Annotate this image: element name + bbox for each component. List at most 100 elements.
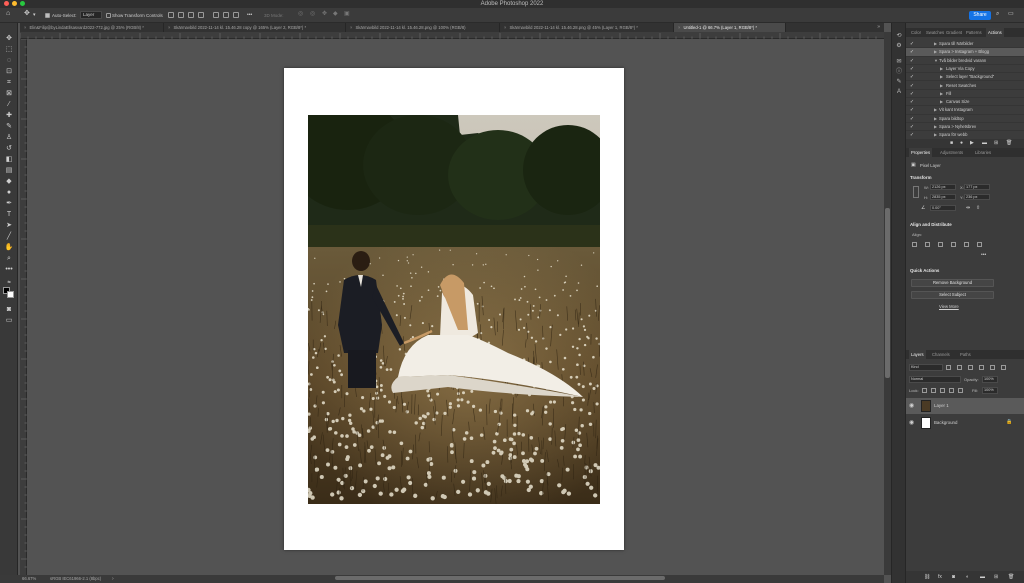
tab-channels[interactable]: Channels <box>930 350 952 359</box>
move-tool-icon[interactable]: ✥ <box>24 10 30 17</box>
opacity-field[interactable]: 100% <box>982 376 998 383</box>
crop-tool-icon[interactable]: ⌗ <box>4 78 14 87</box>
align-middle-icon[interactable] <box>213 12 219 18</box>
auto-select-dropdown[interactable]: Layer <box>80 11 102 19</box>
pen-tool-icon[interactable]: ✒ <box>4 199 14 208</box>
collapsed-chevron-icon[interactable]: ▶ <box>934 123 937 131</box>
filter-pixel-icon[interactable] <box>946 365 951 370</box>
tool-preset-chevron-icon[interactable]: ▾ <box>33 12 36 19</box>
tab-document-1[interactable]: × Elin&Filip@byLindaEllsasvard2022-772.jp… <box>20 23 164 32</box>
action-enabled-checkmark-icon[interactable]: ✓ <box>909 115 915 123</box>
line-tool-icon[interactable]: ╱ <box>4 232 14 241</box>
action-enabled-checkmark-icon[interactable]: ✓ <box>909 90 915 98</box>
filter-shape-icon[interactable] <box>979 365 984 370</box>
width-field[interactable]: 2126 px <box>930 184 956 190</box>
lock-icon[interactable]: 🔒 <box>1006 419 1012 425</box>
action-enabled-checkmark-icon[interactable]: ✓ <box>909 82 915 90</box>
dodge-tool-icon[interactable]: ● <box>4 188 14 197</box>
close-tab-icon[interactable]: × <box>168 23 170 32</box>
action-row[interactable]: ✓ ▼ Två bilder bredvid varann <box>906 57 1024 65</box>
layer-row[interactable]: ◉ Layer 1 <box>906 398 1024 414</box>
filter-smart-object-icon[interactable] <box>990 365 995 370</box>
comments-panel-icon[interactable]: ✉ <box>895 59 903 66</box>
link-layers-icon[interactable]: ⛓ <box>924 574 930 580</box>
background-color-swatch[interactable] <box>7 291 14 298</box>
action-row[interactable]: ✓ ▶ Select layer “Background” <box>906 73 1024 82</box>
character-panel-icon[interactable]: A <box>895 89 903 96</box>
lock-transparent-icon[interactable] <box>922 388 927 393</box>
collapsed-chevron-icon[interactable]: ▶ <box>940 90 943 98</box>
action-row[interactable]: ✓ ▶ Reset Swatches <box>906 82 1024 90</box>
more-tools-icon[interactable]: ••• <box>4 265 14 274</box>
blend-mode-dropdown[interactable]: Normal <box>909 376 961 383</box>
object-select-tool-icon[interactable]: ⊡ <box>4 67 14 76</box>
eraser-tool-icon[interactable]: ◧ <box>4 155 14 164</box>
action-row[interactable]: ✓ ▶ Layer Via Copy <box>906 65 1024 74</box>
visibility-eye-icon[interactable]: ◉ <box>909 402 914 409</box>
delete-layer-icon[interactable]: 🗑 <box>1008 574 1014 580</box>
tab-color[interactable]: Color <box>909 28 923 37</box>
history-panel-icon[interactable]: ⟲ <box>895 33 903 40</box>
workspace-icon[interactable]: ▭ <box>1008 11 1014 18</box>
collapsed-chevron-icon[interactable]: ▶ <box>940 82 943 90</box>
collapsed-chevron-icon[interactable]: ▶ <box>934 115 937 123</box>
tab-libraries[interactable]: Libraries <box>973 148 993 157</box>
y-field[interactable]: 236 px <box>964 194 990 200</box>
collapsed-chevron-icon[interactable]: ▶ <box>940 65 943 73</box>
align-left-icon[interactable] <box>168 12 174 18</box>
fill-field[interactable]: 100% <box>982 387 998 394</box>
align-top-edges-icon[interactable] <box>951 242 956 247</box>
type-tool-icon[interactable]: T <box>4 210 14 219</box>
height-field[interactable]: 2835 px <box>930 194 956 200</box>
zoom-tool-icon[interactable]: ⌕ <box>4 254 14 263</box>
gradient-tool-icon[interactable]: ▤ <box>4 166 14 175</box>
brush-tool-icon[interactable]: ✎ <box>4 122 14 131</box>
lock-image-icon[interactable] <box>931 388 936 393</box>
collapsed-chevron-icon[interactable]: ▶ <box>934 40 937 48</box>
flip-horizontal-icon[interactable]: ⇹ <box>966 205 970 211</box>
action-row[interactable]: ✓ ▶ Spara till Närbilder <box>906 40 1024 49</box>
layer-name[interactable]: Background <box>934 420 957 425</box>
frame-tool-icon[interactable]: ⊠ <box>4 89 14 98</box>
tab-swatches[interactable]: Swatches <box>924 28 946 37</box>
adjustment-layer-icon[interactable]: ◐ <box>966 574 969 580</box>
action-enabled-checkmark-icon[interactable]: ✓ <box>909 98 915 106</box>
horizontal-ruler[interactable] <box>20 32 884 39</box>
info-panel-icon[interactable]: ⓘ <box>895 69 903 76</box>
path-selection-tool-icon[interactable]: ➤ <box>4 221 14 230</box>
action-row[interactable]: ✓ ▶ Fill <box>906 90 1024 99</box>
tab-document-3[interactable]: × Skärmavbild 2022-11-14 kl. 15.46.28.png… <box>346 23 500 32</box>
adjust-panel-icon[interactable]: ⚙ <box>895 43 903 50</box>
new-group-icon[interactable]: ▬ <box>980 574 985 580</box>
clone-stamp-tool-icon[interactable]: ♙ <box>4 133 14 142</box>
tab-gradient[interactable]: Gradient <box>944 28 964 37</box>
lock-position-icon[interactable] <box>940 388 945 393</box>
action-row[interactable]: ✓ ▶ Vit kant Instagram <box>906 106 1024 115</box>
align-bottom-edges-icon[interactable] <box>977 242 982 247</box>
collapsed-chevron-icon[interactable]: ▶ <box>940 98 943 106</box>
status-menu-chevron-icon[interactable]: › <box>112 575 114 583</box>
more-options-icon[interactable]: ••• <box>247 12 252 19</box>
layer-name[interactable]: Layer 1 <box>934 403 949 408</box>
expanded-chevron-icon[interactable]: ▼ <box>934 57 938 65</box>
action-enabled-checkmark-icon[interactable]: ✓ <box>909 106 915 114</box>
filter-type-icon[interactable] <box>968 365 973 370</box>
close-tab-icon[interactable]: × <box>678 23 680 32</box>
blur-tool-icon[interactable]: ◆ <box>4 177 14 186</box>
move-tool-icon[interactable]: ✥ <box>4 34 14 43</box>
align-top-icon[interactable] <box>198 12 204 18</box>
color-profile[interactable]: sRGB IEC61966-2.1 (8bpc) <box>50 575 101 583</box>
collapsed-chevron-icon[interactable]: ▶ <box>940 73 943 81</box>
angle-field[interactable]: 0.00° <box>930 205 956 211</box>
link-dimensions-icon[interactable] <box>913 186 919 198</box>
collapsed-chevron-icon[interactable]: ▶ <box>934 48 937 56</box>
action-enabled-checkmark-icon[interactable]: ✓ <box>909 57 915 65</box>
vertical-scrollbar[interactable] <box>884 32 891 575</box>
home-icon[interactable]: ⌂ <box>6 10 10 17</box>
action-enabled-checkmark-icon[interactable]: ✓ <box>909 40 915 48</box>
tabs-overflow-icon[interactable]: » <box>877 23 880 32</box>
align-right-icon[interactable] <box>188 12 194 18</box>
delete-action-icon[interactable]: 🗑 <box>1006 140 1012 146</box>
collapsed-chevron-icon[interactable]: ▶ <box>934 106 937 114</box>
tab-document-2[interactable]: × Skärmavbild 2022-11-14 kl. 15.46.28 cop… <box>164 23 346 32</box>
